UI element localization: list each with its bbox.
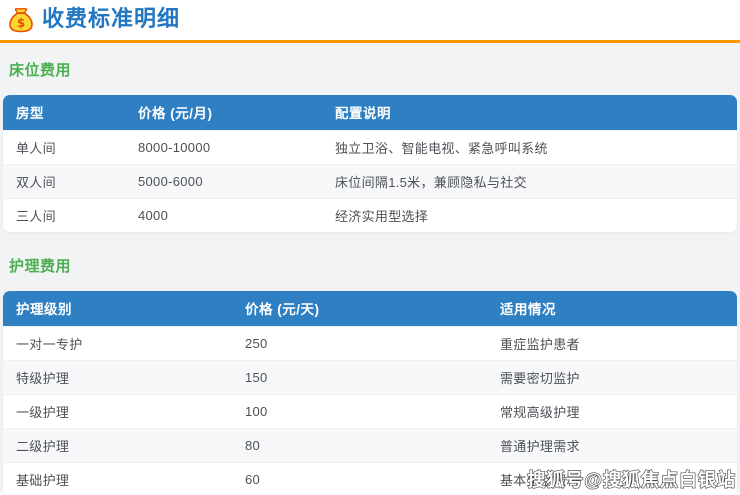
cell-nursing-level: 一对一专护 bbox=[3, 326, 232, 360]
column-header-applicable: 适用情况 bbox=[487, 291, 737, 326]
cell-config: 经济实用型选择 bbox=[322, 198, 737, 232]
page-title: 收费标准明细 bbox=[42, 8, 180, 32]
cell-price: 8000-10000 bbox=[125, 130, 322, 164]
svg-text:$: $ bbox=[17, 16, 25, 30]
cell-price: 80 bbox=[232, 428, 487, 462]
table-row: 一级护理 100 常规高级护理 bbox=[3, 394, 737, 428]
content-area: 床位费用 房型 价格 (元/月) 配置说明 单人间 8000-10000 独立卫… bbox=[0, 43, 740, 492]
column-header-room-type: 房型 bbox=[3, 95, 125, 130]
cell-price: 5000-6000 bbox=[125, 164, 322, 198]
cell-applicable: 需要密切监护 bbox=[487, 360, 737, 394]
cell-price: 4000 bbox=[125, 198, 322, 232]
column-header-price-month: 价格 (元/月) bbox=[125, 95, 322, 130]
table-header-row: 房型 价格 (元/月) 配置说明 bbox=[3, 95, 737, 130]
cell-applicable: 普通护理需求 bbox=[487, 428, 737, 462]
section-heading-bed-fees: 床位费用 bbox=[3, 43, 737, 80]
cell-nursing-level: 特级护理 bbox=[3, 360, 232, 394]
column-header-nursing-level: 护理级别 bbox=[3, 291, 232, 326]
cell-nursing-level: 一级护理 bbox=[3, 394, 232, 428]
nursing-fees-table: 护理级别 价格 (元/天) 适用情况 一对一专护 250 重症监护患者 特级护理… bbox=[3, 291, 737, 495]
bed-fees-table-card: 房型 价格 (元/月) 配置说明 单人间 8000-10000 独立卫浴、智能电… bbox=[3, 95, 737, 232]
table-row: 二级护理 80 普通护理需求 bbox=[3, 428, 737, 462]
table-row: 单人间 8000-10000 独立卫浴、智能电视、紧急呼叫系统 bbox=[3, 130, 737, 164]
nursing-fees-table-card: 护理级别 价格 (元/天) 适用情况 一对一专护 250 重症监护患者 特级护理… bbox=[3, 291, 737, 495]
section-heading-nursing-fees: 护理费用 bbox=[3, 232, 737, 276]
cell-room-type: 单人间 bbox=[3, 130, 125, 164]
watermark: 搜狐号@搜狐焦点白银站 bbox=[527, 466, 736, 492]
page: $ 收费标准明细 床位费用 房型 价格 (元/月) 配置说明 单人间 bbox=[0, 0, 740, 495]
cell-room-type: 双人间 bbox=[3, 164, 125, 198]
cell-room-type: 三人间 bbox=[3, 198, 125, 232]
cell-applicable: 重症监护患者 bbox=[487, 326, 737, 360]
bed-fees-table: 房型 价格 (元/月) 配置说明 单人间 8000-10000 独立卫浴、智能电… bbox=[3, 95, 737, 232]
money-bag-icon: $ bbox=[8, 7, 34, 33]
cell-price: 100 bbox=[232, 394, 487, 428]
table-row: 特级护理 150 需要密切监护 bbox=[3, 360, 737, 394]
cell-config: 床位间隔1.5米，兼顾隐私与社交 bbox=[322, 164, 737, 198]
cell-price: 250 bbox=[232, 326, 487, 360]
table-row: 一对一专护 250 重症监护患者 bbox=[3, 326, 737, 360]
cell-nursing-level: 基础护理 bbox=[3, 462, 232, 495]
column-header-price-day: 价格 (元/天) bbox=[232, 291, 487, 326]
cell-price: 60 bbox=[232, 462, 487, 495]
cell-nursing-level: 二级护理 bbox=[3, 428, 232, 462]
cell-config: 独立卫浴、智能电视、紧急呼叫系统 bbox=[322, 130, 737, 164]
table-row: 双人间 5000-6000 床位间隔1.5米，兼顾隐私与社交 bbox=[3, 164, 737, 198]
page-header: $ 收费标准明细 bbox=[0, 0, 740, 43]
table-header-row: 护理级别 价格 (元/天) 适用情况 bbox=[3, 291, 737, 326]
table-row: 三人间 4000 经济实用型选择 bbox=[3, 198, 737, 232]
cell-applicable: 常规高级护理 bbox=[487, 394, 737, 428]
cell-price: 150 bbox=[232, 360, 487, 394]
column-header-config: 配置说明 bbox=[322, 95, 737, 130]
